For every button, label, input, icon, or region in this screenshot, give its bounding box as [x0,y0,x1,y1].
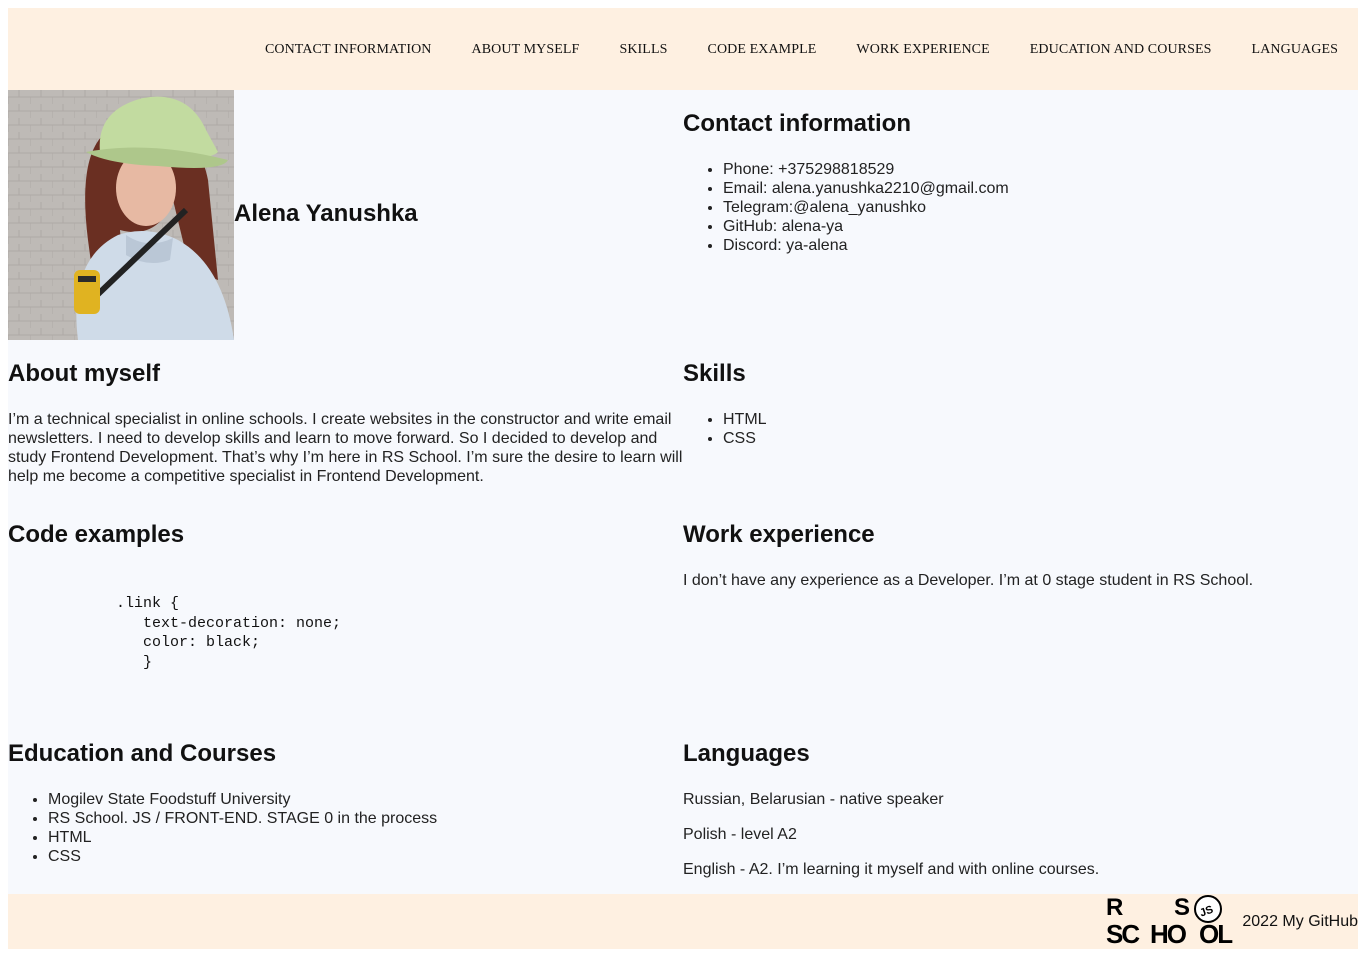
nav-item: SKILLS [619,40,667,58]
language-item: Polish - level A2 [683,826,797,843]
code-line: color: black; [8,634,261,651]
education-section: Education and Courses Mogilev State Food… [8,740,437,866]
skills-heading: Skills [683,360,746,387]
education-item: HTML [48,828,437,847]
skills-list: HTML CSS [683,410,767,448]
profile-name: Alena Yanushka [234,200,418,227]
nav-item: CODE EXAMPLE [708,40,817,58]
code-line: } [8,653,153,671]
about-myself-text: I’m a technical specialist in online sch… [8,411,683,485]
about-myself-section: About myself I’m a technical specialist … [8,360,683,486]
contact-github: GitHub: alena-ya [723,217,1009,236]
languages-section: Languages Russian, Belarusian - native s… [683,740,1099,879]
nav-item: EDUCATION AND COURSES [1030,40,1212,58]
education-list: Mogilev State Foodstuff University RS Sc… [8,790,437,866]
nav-link-about-myself[interactable]: ABOUT MYSELF [472,42,580,57]
code-block: .link { text-decoration: none; color: bl… [8,594,341,672]
github-link[interactable]: My GitHub [1282,913,1358,930]
contact-email: Email: alena.yanushka2210@gmail.com [723,179,1009,198]
top-navigation: CONTACT INFORMATION ABOUT MYSELF SKILLS … [8,8,1358,90]
contact-telegram: Telegram:@alena_yanushko [723,198,1009,217]
code-line: text-decoration: none; [8,614,342,632]
contact-information-section: Contact information Phone: +375298818529… [683,110,1009,255]
contact-information-heading: Contact information [683,110,911,137]
language-item: Russian, Belarusian - native speaker [683,791,944,808]
logo-letter-s: S [1174,894,1190,921]
nav-link-skills[interactable]: SKILLS [619,42,667,57]
work-experience-section: Work experience I don’t have any experie… [683,521,1358,590]
languages-heading: Languages [683,740,810,767]
work-experience-heading: Work experience [683,521,875,548]
contact-phone: Phone: +375298818529 [723,160,1009,179]
about-myself-heading: About myself [8,360,161,387]
footer-year: 2022 [1242,912,1278,930]
footer: R S JS SC HO OL 2022 My GitHub [8,894,1358,949]
nav-link-code-example[interactable]: CODE EXAMPLE [708,42,817,57]
page: CONTACT INFORMATION ABOUT MYSELF SKILLS … [8,8,1358,949]
logo-letters-ol: OL [1199,919,1233,945]
education-heading: Education and Courses [8,740,277,767]
education-item: RS School. JS / FRONT-END. STAGE 0 in th… [48,809,437,828]
nav-item: CONTACT INFORMATION [265,40,432,58]
nav-list: CONTACT INFORMATION ABOUT MYSELF SKILLS … [8,8,1358,90]
nav-link-education-and-courses[interactable]: EDUCATION AND COURSES [1030,42,1212,57]
education-item: CSS [48,847,437,866]
nav-link-languages[interactable]: LANGUAGES [1252,42,1338,57]
rs-school-logo-icon: R S JS SC HO OL [1106,894,1235,949]
profile-photo-icon [8,90,234,340]
code-examples-section: Code examples .link { text-decoration: n… [8,521,341,672]
footer-text: 2022 My GitHub [1242,913,1358,931]
nav-link-contact-information[interactable]: CONTACT INFORMATION [265,42,432,57]
nav-item: WORK EXPERIENCE [856,40,989,58]
education-item: Mogilev State Foodstuff University [48,790,437,809]
logo-letters-sc: SC [1106,919,1140,945]
logo-letters-ho: HO [1150,919,1187,945]
profile-photo [8,90,234,340]
rs-school-logo-link[interactable]: R S JS SC HO OL [1106,893,1242,950]
skill-item: HTML [723,410,767,429]
skills-section: Skills HTML CSS [683,360,767,448]
code-examples-heading: Code examples [8,521,185,548]
code-line: .link { [8,595,180,612]
nav-item: ABOUT MYSELF [472,40,580,58]
nav-link-work-experience[interactable]: WORK EXPERIENCE [856,42,989,57]
work-experience-text: I don’t have any experience as a Develop… [683,572,1254,589]
logo-letter-r: R [1106,894,1123,921]
contact-discord: Discord: ya-alena [723,236,1009,255]
nav-item: LANGUAGES [1252,40,1338,58]
skill-item: CSS [723,429,767,448]
contact-list: Phone: +375298818529 Email: alena.yanush… [683,160,1009,255]
language-item: English - A2. I’m learning it myself and… [683,861,1100,878]
